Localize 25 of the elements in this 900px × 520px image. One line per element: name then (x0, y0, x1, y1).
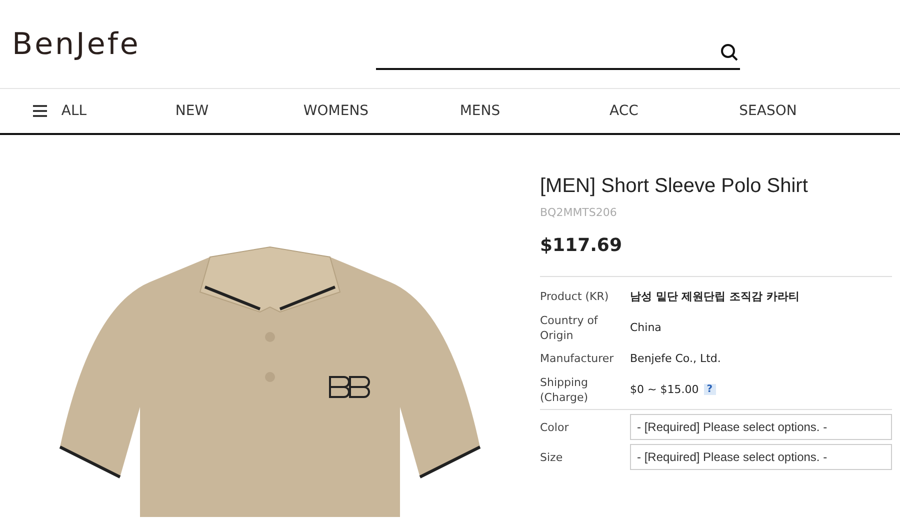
product-title: [MEN] Short Sleeve Polo Shirt (540, 175, 809, 198)
option-dropdown[interactable]: - [Required] Please select options. - (630, 444, 892, 470)
nav-link[interactable]: NEW (120, 103, 264, 119)
nav-link[interactable]: WOMENS (264, 103, 408, 119)
option-dropdown[interactable]: - [Required] Please select options. - (630, 414, 892, 440)
detail-label: Product (KR) (540, 289, 610, 304)
nav-link[interactable]: MENS (408, 103, 552, 119)
detail-value: 남성 밑단 제원단립 조직감 카라티 (630, 289, 800, 304)
brand-logo[interactable]: BenJefe (12, 26, 376, 62)
help-button[interactable]: ? (704, 384, 716, 395)
search-icon[interactable] (720, 43, 740, 63)
detail-label: Country of Origin (540, 312, 599, 342)
menu-icon (33, 105, 48, 117)
detail-label: Manufacturer (540, 351, 615, 366)
product-price: $117.69 (540, 235, 623, 256)
product-code: BQ2MMTS206 (540, 206, 618, 219)
all-menu-link[interactable]: ALL (0, 103, 120, 119)
detail-value: Benjefe Co., Ltd. (630, 352, 721, 365)
option-label: Color (540, 420, 570, 434)
nav-link[interactable]: ACC (552, 103, 696, 119)
nav-link[interactable]: SEASON (696, 103, 840, 119)
detail-value: China (630, 321, 662, 334)
detail-label: Shipping (Charge) (540, 374, 590, 404)
detail-value: $0 ~ $15.00 (630, 383, 699, 396)
option-label: Size (540, 450, 564, 464)
